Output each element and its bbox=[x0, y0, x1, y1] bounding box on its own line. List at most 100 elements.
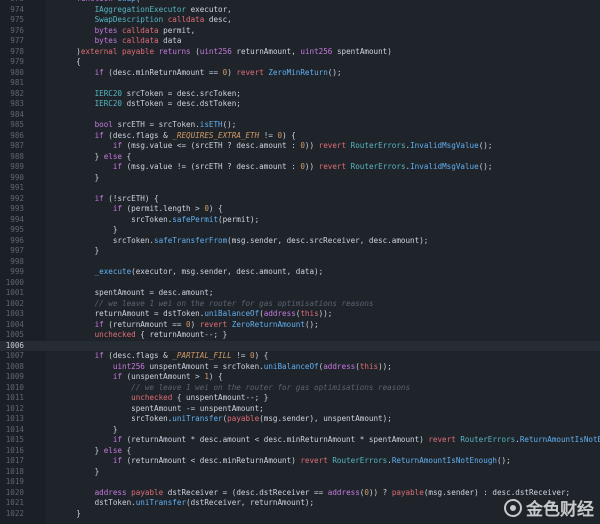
code-editor[interactable]: 973 function swap(974 IAggregationExecut… bbox=[0, 0, 600, 524]
line-number: 1008 bbox=[5, 361, 24, 371]
code-line[interactable]: 987 if (msg.value <= (srcETH ? desc.amou… bbox=[0, 141, 600, 152]
code-line[interactable]: 999 _execute(executor, msg.sender, desc.… bbox=[0, 267, 600, 278]
code-line[interactable]: 974 IAggregationExecutor executor, bbox=[0, 5, 600, 16]
code-line[interactable]: 996 srcToken.safeTransferFrom(msg.sender… bbox=[0, 236, 600, 247]
code-text[interactable]: } bbox=[58, 225, 600, 236]
code-line[interactable]: 1017 if (returnAmount < desc.minReturnAm… bbox=[0, 456, 600, 467]
code-text[interactable]: } bbox=[58, 425, 600, 436]
code-line[interactable]: 1008 uint256 unspentAmount = srcToken.un… bbox=[0, 362, 600, 373]
code-text[interactable]: srcToken.safePermit(permit); bbox=[58, 215, 600, 226]
code-text[interactable]: if (returnAmount < desc.minReturnAmount)… bbox=[58, 456, 600, 467]
code-text[interactable]: if (returnAmount == 0) revert ZeroReturn… bbox=[58, 320, 600, 331]
code-line[interactable]: 994 srcToken.safePermit(permit); bbox=[0, 215, 600, 226]
code-line[interactable]: 977 bytes calldata data bbox=[0, 36, 600, 47]
code-text[interactable]: srcToken.safeTransferFrom(msg.sender, de… bbox=[58, 236, 600, 247]
code-line[interactable]: 989 if (msg.value != (srcETH ? desc.amou… bbox=[0, 162, 600, 173]
code-text[interactable]: } else { bbox=[58, 446, 600, 457]
code-text[interactable]: bytes calldata permit, bbox=[58, 26, 600, 37]
code-text[interactable]: unchecked { returnAmount--; } bbox=[58, 330, 600, 341]
code-line[interactable]: 1006 bbox=[0, 340, 600, 351]
code-text[interactable]: if (permit.length > 0) { bbox=[58, 204, 600, 215]
code-line[interactable]: 991 bbox=[0, 183, 600, 194]
line-number: 977 bbox=[10, 36, 24, 45]
code-line[interactable]: 1016 } else { bbox=[0, 446, 600, 457]
line-number: 1020 bbox=[5, 487, 24, 497]
code-text[interactable]: unchecked { unspentAmount--; } bbox=[58, 393, 600, 404]
code-line[interactable]: 1003 returnAmount = dstToken.uniBalanceO… bbox=[0, 309, 600, 320]
code-text[interactable]: if (!srcETH) { bbox=[58, 194, 600, 205]
code-text[interactable]: )external payable returns (uint256 retur… bbox=[58, 47, 600, 58]
code-line[interactable]: 983 IERC20 dstToken = desc.dstToken; bbox=[0, 99, 600, 110]
code-line[interactable]: 1012 spentAmount -= unspentAmount; bbox=[0, 404, 600, 415]
line-number: 1005 bbox=[5, 330, 24, 339]
code-text[interactable]: bytes calldata data bbox=[58, 36, 600, 47]
code-line[interactable]: 1013 srcToken.uniTransfer(payable(msg.se… bbox=[0, 414, 600, 425]
code-line[interactable]: 998 bbox=[0, 257, 600, 268]
code-line[interactable]: 1019 bbox=[0, 477, 600, 488]
code-line[interactable]: 995 } bbox=[0, 225, 600, 236]
code-line[interactable]: 976 bytes calldata permit, bbox=[0, 26, 600, 37]
code-line[interactable]: 984 bbox=[0, 110, 600, 121]
code-lines[interactable]: 973 function swap(974 IAggregationExecut… bbox=[0, 0, 600, 519]
line-number: 997 bbox=[10, 246, 24, 255]
code-line[interactable]: 997 } bbox=[0, 246, 600, 257]
code-line[interactable]: 979 { bbox=[0, 57, 600, 68]
line-number: 989 bbox=[10, 162, 24, 171]
code-line[interactable]: 1004 if (returnAmount == 0) revert ZeroR… bbox=[0, 320, 600, 331]
code-line[interactable]: 988 } else { bbox=[0, 152, 600, 163]
code-line[interactable]: 1018 } bbox=[0, 467, 600, 478]
code-text[interactable]: if (desc.flags & _REQUIRES_EXTRA_ETH != … bbox=[58, 131, 600, 142]
code-text[interactable]: spentAmount -= unspentAmount; bbox=[58, 404, 600, 415]
watermark: 金色财经 bbox=[504, 495, 594, 520]
code-text[interactable]: } bbox=[58, 246, 600, 257]
line-number: 1013 bbox=[5, 414, 24, 423]
code-line[interactable]: 1015 if (returnAmount * desc.amount < de… bbox=[0, 435, 600, 446]
code-line[interactable]: 1000 bbox=[0, 278, 600, 289]
code-text[interactable]: returnAmount = dstToken.uniBalanceOf(add… bbox=[58, 309, 600, 320]
code-text[interactable]: } bbox=[58, 467, 600, 478]
code-text[interactable]: srcToken.uniTransfer(payable(msg.sender)… bbox=[58, 414, 600, 425]
line-number: 1000 bbox=[5, 277, 24, 287]
line-number: 1016 bbox=[5, 445, 24, 455]
code-line[interactable]: 1002 // we leave 1 wei on the router for… bbox=[0, 299, 600, 310]
code-line[interactable]: 1014 } bbox=[0, 425, 600, 436]
code-line[interactable]: 1007 if (desc.flags & _PARTIAL_FILL != 0… bbox=[0, 351, 600, 362]
code-line[interactable]: 982 IERC20 srcToken = desc.srcToken; bbox=[0, 89, 600, 100]
code-line[interactable]: 992 if (!srcETH) { bbox=[0, 194, 600, 205]
code-text[interactable]: IAggregationExecutor executor, bbox=[58, 5, 600, 16]
code-text[interactable]: _execute(executor, msg.sender, desc.amou… bbox=[58, 267, 600, 278]
line-number: 982 bbox=[10, 88, 24, 98]
code-text[interactable]: spentAmount = desc.amount; bbox=[58, 288, 600, 299]
code-line[interactable]: 978 )external payable returns (uint256 r… bbox=[0, 47, 600, 58]
code-text[interactable]: if (desc.flags & _PARTIAL_FILL != 0) { bbox=[58, 351, 600, 362]
code-text[interactable]: IERC20 srcToken = desc.srcToken; bbox=[58, 89, 600, 100]
code-text[interactable]: if (msg.value != (srcETH ? desc.amount :… bbox=[58, 162, 600, 173]
code-line[interactable]: 1011 unchecked { unspentAmount--; } bbox=[0, 393, 600, 404]
code-text[interactable]: uint256 unspentAmount = srcToken.uniBala… bbox=[58, 362, 600, 373]
code-text[interactable]: if (returnAmount * desc.amount < desc.mi… bbox=[58, 435, 600, 446]
code-line[interactable]: 985 bool srcETH = srcToken.isETH(); bbox=[0, 120, 600, 131]
code-line[interactable]: 986 if (desc.flags & _REQUIRES_EXTRA_ETH… bbox=[0, 131, 600, 142]
code-text[interactable]: IERC20 dstToken = desc.dstToken; bbox=[58, 99, 600, 110]
code-line[interactable]: 1010 // we leave 1 wei on the router for… bbox=[0, 383, 600, 394]
code-line[interactable]: 975 SwapDescription calldata desc, bbox=[0, 15, 600, 26]
code-text[interactable]: } else { bbox=[58, 152, 600, 163]
code-text[interactable]: bool srcETH = srcToken.isETH(); bbox=[58, 120, 600, 131]
code-text[interactable]: // we leave 1 wei on the router for gas … bbox=[58, 383, 600, 394]
code-line[interactable]: 1009 if (unspentAmount > 1) { bbox=[0, 372, 600, 383]
code-text[interactable]: if (desc.minReturnAmount == 0) revert Ze… bbox=[58, 68, 600, 79]
code-text[interactable]: if (msg.value <= (srcETH ? desc.amount :… bbox=[58, 141, 600, 152]
code-line[interactable]: 990 } bbox=[0, 173, 600, 184]
code-line[interactable]: 980 if (desc.minReturnAmount == 0) rever… bbox=[0, 68, 600, 79]
line-number: 1003 bbox=[5, 309, 24, 318]
code-text[interactable]: SwapDescription calldata desc, bbox=[58, 15, 600, 26]
code-line[interactable]: 981 bbox=[0, 78, 600, 89]
code-line[interactable]: 1005 unchecked { returnAmount--; } bbox=[0, 330, 600, 341]
code-line[interactable]: 993 if (permit.length > 0) { bbox=[0, 204, 600, 215]
code-text[interactable]: { bbox=[58, 57, 600, 68]
line-number: 1012 bbox=[5, 403, 24, 413]
code-text[interactable]: // we leave 1 wei on the router for gas … bbox=[58, 299, 600, 310]
code-text[interactable]: } bbox=[58, 173, 600, 184]
code-line[interactable]: 1001 spentAmount = desc.amount; bbox=[0, 288, 600, 299]
code-text[interactable]: if (unspentAmount > 1) { bbox=[58, 372, 600, 383]
